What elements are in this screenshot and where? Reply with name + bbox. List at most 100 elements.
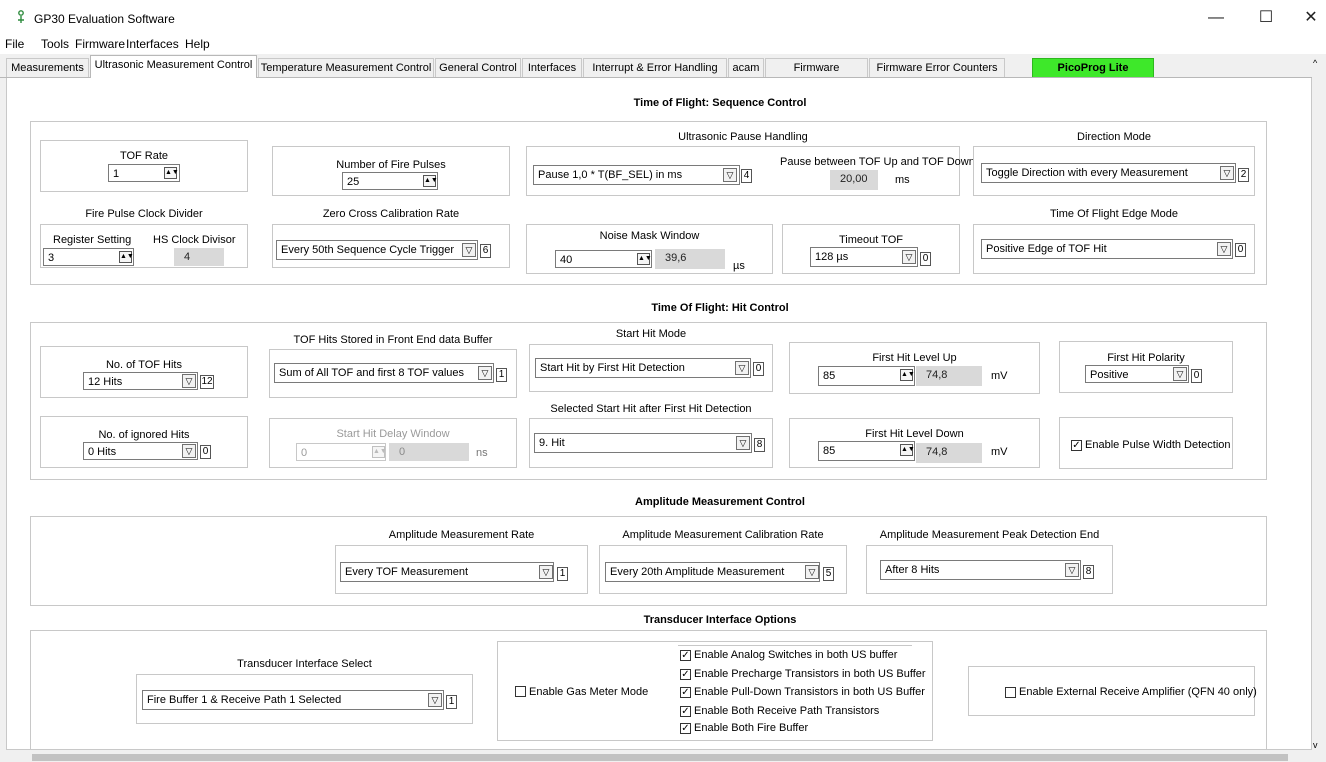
pause-unit: ms (895, 174, 910, 186)
title-bar (0, 0, 1326, 36)
amp-peak-label: Amplitude Measurement Peak Detection End (879, 529, 1100, 541)
hs-clock-divisor-value: 4 (174, 248, 224, 266)
chevron-down-icon[interactable]: ▽ (735, 361, 749, 375)
start-hit-mode-label: Start Hit Mode (615, 328, 687, 340)
opt-analog-switches-label: Enable Analog Switches in both US buffer (694, 649, 898, 661)
chevron-down-icon[interactable]: ▽ (1217, 242, 1231, 256)
tab-firmware-parameters[interactable]: Firmware Parameters (765, 58, 868, 92)
opt-pulldown-label: Enable Pull-Down Transistors in both US … (694, 686, 925, 698)
pause-between-label: Pause between TOF Up and TOF Down (780, 156, 975, 168)
section-title-amplitude: Amplitude Measurement Control (635, 496, 805, 508)
vertical-scrollbar[interactable] (1312, 54, 1326, 752)
menu-file[interactable]: File (5, 37, 24, 51)
start-hit-mode-select[interactable]: Start Hit by First Hit Detection (535, 358, 751, 378)
tab-temperature-measurement-control[interactable]: Temperature Measurement Control (258, 58, 434, 77)
tab-ultrasonic-measurement-control[interactable]: Ultrasonic Measurement Control (90, 55, 257, 78)
timeout-index: 0 (920, 252, 931, 266)
noise-mask-calc: 39,6 (655, 249, 725, 269)
spin-icon[interactable]: ▲▼ (164, 167, 179, 179)
menu-interfaces[interactable]: Interfaces (126, 37, 179, 51)
pause-between-value: 20,00 (830, 170, 878, 190)
amp-peak-index: 8 (1083, 565, 1094, 579)
maximize-button[interactable]: ☐ (1251, 8, 1281, 28)
level-down-unit: mV (991, 446, 1008, 458)
tof-hits-select[interactable]: 12 Hits (83, 372, 198, 390)
menu-tools[interactable]: Tools (41, 37, 69, 51)
tab-general-control[interactable]: General Control (435, 58, 521, 77)
ignored-hits-select[interactable]: 0 Hits (83, 442, 198, 460)
level-up-label: First Hit Level Up (872, 352, 957, 364)
minimize-button[interactable]: — (1201, 8, 1231, 28)
chevron-down-icon[interactable]: ▽ (805, 565, 819, 579)
amp-peak-select[interactable]: After 8 Hits (880, 560, 1081, 580)
horizontal-scroll-thumb[interactable] (32, 754, 1288, 761)
chevron-down-icon[interactable]: ▽ (1173, 367, 1187, 381)
edge-mode-select[interactable]: Positive Edge of TOF Hit (981, 239, 1233, 259)
chevron-down-icon[interactable]: ▽ (539, 565, 553, 579)
spin-icon[interactable]: ▲▼ (423, 175, 438, 187)
pulse-width-label: Enable Pulse Width Detection (1085, 439, 1231, 451)
menu-firmware[interactable]: Firmware (75, 37, 125, 51)
ext-amp-checkbox[interactable] (1005, 687, 1016, 698)
tab-interfaces[interactable]: Interfaces (522, 58, 582, 77)
chevron-down-icon[interactable]: ▽ (1065, 563, 1079, 577)
opt-pulldown-checkbox[interactable]: ✓ (680, 687, 691, 698)
spin-icon[interactable]: ▲▼ (119, 251, 134, 263)
ignored-hits-index: 0 (200, 445, 211, 459)
menu-help[interactable]: Help (185, 37, 210, 51)
chevron-down-icon[interactable]: ▽ (462, 243, 476, 257)
chevron-down-icon[interactable]: ▽ (736, 436, 750, 450)
chevron-down-icon[interactable]: ▽ (182, 374, 196, 388)
chevron-down-icon[interactable]: ▽ (182, 444, 196, 458)
app-icon (18, 10, 24, 23)
selected-start-hit-label: Selected Start Hit after First Hit Detec… (550, 403, 752, 415)
pulse-width-checkbox[interactable]: ✓ (1071, 440, 1082, 451)
hits-stored-select[interactable]: Sum of All TOF and first 8 TOF values (274, 363, 494, 383)
chevron-down-icon[interactable]: ▽ (902, 250, 916, 264)
pause-handling-label: Ultrasonic Pause Handling (678, 131, 808, 143)
opt-fire-buffer-checkbox[interactable]: ✓ (680, 723, 691, 734)
opt-precharge-checkbox[interactable]: ✓ (680, 669, 691, 680)
tof-hits-label: No. of TOF Hits (105, 359, 182, 371)
ext-amp-label: Enable External Receive Amplifier (QFN 4… (1019, 686, 1257, 698)
opt-receive-path-checkbox[interactable]: ✓ (680, 706, 691, 717)
spin-icon[interactable]: ▲▼ (900, 369, 915, 381)
opt-fire-buffer-label: Enable Both Fire Buffer (694, 722, 809, 734)
amp-cal-select[interactable]: Every 20th Amplitude Measurement (605, 562, 820, 582)
direction-mode-select[interactable]: Toggle Direction with every Measurement (981, 163, 1236, 183)
opt-precharge-label: Enable Precharge Transistors in both US … (694, 668, 926, 680)
opt-analog-switches-checkbox[interactable]: ✓ (680, 650, 691, 661)
direction-mode-label: Direction Mode (1077, 131, 1151, 143)
level-down-calc: 74,8 (916, 443, 982, 463)
scroll-down-icon[interactable]: v (1313, 740, 1318, 750)
chevron-down-icon[interactable]: ▽ (1220, 166, 1234, 180)
tab-picoprog-lite[interactable]: PicoProg Lite (1032, 58, 1154, 77)
chevron-down-icon[interactable]: ▽ (723, 168, 737, 182)
amp-cal-label: Amplitude Measurement Calibration Rate (622, 529, 824, 541)
tab-measurements[interactable]: Measurements (6, 58, 89, 77)
transducer-select[interactable]: Fire Buffer 1 & Receive Path 1 Selected (142, 690, 444, 710)
gas-meter-checkbox[interactable] (515, 686, 526, 697)
chevron-down-icon[interactable]: ▽ (428, 693, 442, 707)
level-up-calc: 74,8 (916, 366, 982, 386)
amp-rate-select[interactable]: Every TOF Measurement (340, 562, 554, 582)
zero-cross-select[interactable]: Every 50th Sequence Cycle Trigger (276, 240, 478, 260)
tab-interrupt-error-handling[interactable]: Interrupt & Error Handling (583, 58, 727, 77)
edge-mode-index: 0 (1235, 243, 1246, 257)
start-hit-mode-index: 0 (753, 362, 764, 376)
selected-start-hit-select[interactable]: 9. Hit (534, 433, 752, 453)
hits-stored-index: 1 (496, 368, 507, 382)
zero-cross-index: 6 (480, 244, 491, 258)
pause-select[interactable]: Pause 1,0 * T(BF_SEL) in ms (533, 165, 740, 185)
tab-firmware-error-counters[interactable]: Firmware Error Counters (869, 58, 1005, 77)
chevron-down-icon[interactable]: ▽ (478, 366, 492, 380)
spin-icon[interactable]: ▲▼ (900, 444, 915, 456)
scroll-up-icon[interactable]: ^ (1313, 58, 1317, 68)
spin-icon[interactable]: ▲▼ (372, 446, 387, 458)
tab-acam[interactable]: acam (728, 58, 764, 77)
gas-meter-label: Enable Gas Meter Mode (529, 686, 649, 698)
zero-cross-label: Zero Cross Calibration Rate (322, 208, 460, 220)
noise-mask-label: Noise Mask Window (599, 230, 700, 242)
spin-icon[interactable]: ▲▼ (637, 253, 652, 265)
close-button[interactable]: ✕ (1296, 8, 1326, 28)
